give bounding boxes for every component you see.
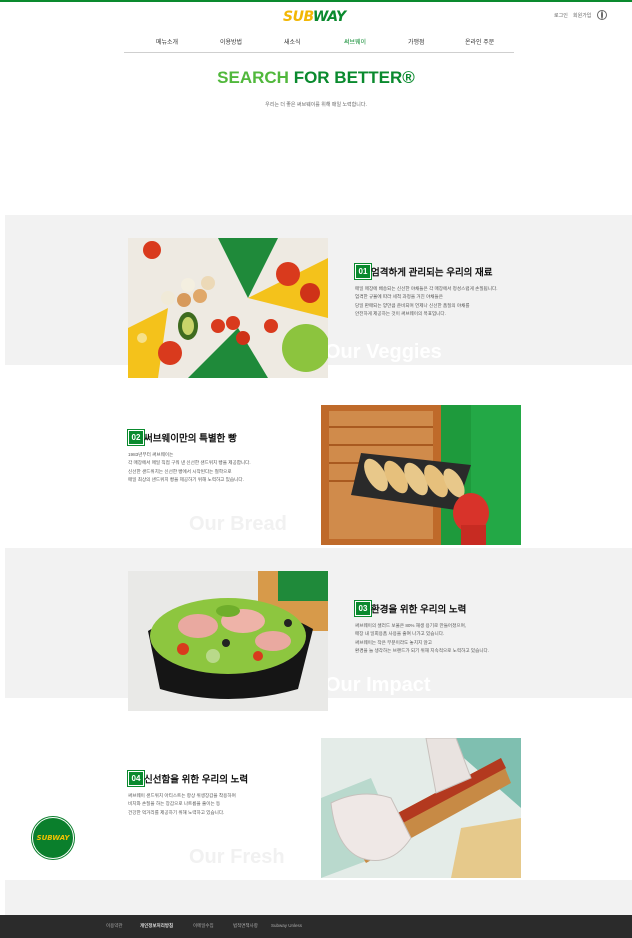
desc-line: 비치와 손질을 하는 장갑으로 나트륨을 줄이는 등 bbox=[128, 801, 221, 807]
section-veggies: 01 엄격하게 관리되는 우리의 재료 매일 매장에 배송되는 신선한 야채들은 … bbox=[355, 264, 498, 319]
title-search: SEARCH bbox=[217, 68, 289, 87]
section-title: 신선함을 위한 우리의 노력 bbox=[144, 774, 249, 786]
bread-image bbox=[321, 405, 521, 545]
number-badge: 04 bbox=[128, 771, 144, 786]
desc-line: 써브웨이 샌드위치 아티스트는 항상 위생장갑을 착용하며 bbox=[128, 793, 236, 798]
footer-email-link[interactable]: 이메일수집 bbox=[193, 923, 214, 929]
logo-text-way: WAY bbox=[312, 9, 346, 25]
badge-logo-text: SUBWAY bbox=[36, 834, 70, 842]
ghost-text-fresh: Our Fresh bbox=[189, 846, 285, 868]
desc-line: 매일 매장에 배송되는 신선한 야채들은 각 매장에서 정성스럽게 손질됩니다. bbox=[355, 286, 498, 291]
login-link[interactable]: 로그인 bbox=[554, 12, 568, 19]
footer-subway-link[interactable]: Subway Unless bbox=[271, 923, 302, 928]
footer-legal-link[interactable]: 법적면책사항 bbox=[233, 923, 258, 929]
section-description: 매일 매장에 배송되는 신선한 야채들은 각 매장에서 정성스럽게 손질됩니다.… bbox=[355, 285, 498, 319]
logo-text-sub: SUB bbox=[283, 9, 313, 25]
nav-news[interactable]: 새소식 bbox=[284, 37, 301, 46]
number-badge: 03 bbox=[355, 601, 371, 616]
globe-icon[interactable] bbox=[597, 10, 607, 20]
main-nav: 메뉴소개 이용방법 새소식 써브웨이 가맹점 온라인 주문 bbox=[124, 30, 514, 53]
sandwich-wrap-image bbox=[321, 738, 521, 878]
desc-line: 써브웨이의 샐러드 보울은 80% 재생 용기로 만들어졌으며, bbox=[355, 623, 467, 628]
desc-line: 환경을 늘 생각하는 브랜드가 되기 위해 지속적으로 노력하고 있습니다. bbox=[355, 648, 490, 654]
ghost-text-veggies: Our Veggies bbox=[325, 341, 442, 363]
top-accent-line bbox=[0, 0, 632, 2]
desc-line: 당일 판매되는 양만큼 준비되며 언제나 신선한 품질의 야채를 bbox=[355, 302, 470, 308]
footer-terms-link[interactable]: 이용약관 bbox=[106, 923, 123, 929]
desc-line: 엄격한 규율에 따라 세척 과정을 거친 야채들은 bbox=[355, 294, 443, 300]
title-for-better: FOR BETTER® bbox=[293, 68, 415, 87]
subway-floating-badge[interactable]: SUBWAY bbox=[32, 817, 74, 859]
veggies-image bbox=[128, 238, 328, 378]
section-impact: 03 환경을 위한 우리의 노력 써브웨이의 샐러드 보울은 80% 재생 용기로… bbox=[355, 601, 489, 656]
desc-line: 안전하게 제공하는 것이 써브웨이의 목표입니다. bbox=[355, 311, 446, 317]
footer-privacy-link[interactable]: 개인정보처리방침 bbox=[140, 923, 173, 929]
desc-line: 써브웨이는 작은 부분이라도 놓치지 않고 bbox=[355, 639, 432, 645]
section-bread: 02 써브웨이만의 특별한 빵 1983년부터 써브웨이는 각 매장에서 매일 직… bbox=[128, 430, 251, 485]
number-badge: 01 bbox=[355, 264, 371, 279]
desc-line: 매장 내 일회용품 사용을 줄여 나가고 있습니다. bbox=[355, 631, 445, 637]
section-description: 써브웨이 샌드위치 아티스트는 항상 위생장갑을 착용하며 비치와 손질을 하는… bbox=[128, 792, 248, 817]
page-title: SEARCH FOR BETTER® bbox=[0, 68, 632, 88]
subway-logo[interactable]: SUBWAY bbox=[283, 9, 346, 25]
desc-line: 매일 최상의 샌드위치 빵을 제공하기 위해 노력하고 있습니다. bbox=[128, 477, 244, 483]
section-title: 환경을 위한 우리의 노력 bbox=[371, 604, 467, 616]
nav-how-to[interactable]: 이용방법 bbox=[220, 37, 242, 46]
desc-line: 1983년부터 써브웨이는 bbox=[128, 452, 174, 457]
section-title: 써브웨이만의 특별한 빵 bbox=[144, 433, 237, 445]
section-title: 엄격하게 관리되는 우리의 재료 bbox=[371, 267, 493, 279]
ghost-text-impact: Our Impact bbox=[325, 674, 431, 696]
nav-franchise[interactable]: 가맹점 bbox=[408, 37, 425, 46]
salad-image bbox=[128, 571, 328, 711]
section-description: 써브웨이의 샐러드 보울은 80% 재생 용기로 만들어졌으며, 매장 내 일회… bbox=[355, 622, 489, 656]
footer: 이용약관 개인정보처리방침 이메일수집 법적면책사항 Subway Unless bbox=[0, 915, 632, 938]
ghost-text-bread: Our Bread bbox=[189, 513, 287, 535]
nav-menu[interactable]: 메뉴소개 bbox=[156, 37, 178, 46]
nav-subway[interactable]: 써브웨이 bbox=[344, 37, 366, 46]
number-badge: 02 bbox=[128, 430, 144, 445]
section-band-bottom bbox=[5, 880, 632, 915]
join-link[interactable]: 회원가입 bbox=[573, 12, 591, 19]
desc-line: 건강한 먹거리를 제공하기 위해 노력하고 있습니다. bbox=[128, 809, 225, 815]
desc-line: 신선한 샌드위치는 신선한 빵에서 시작된다는 철학으로 bbox=[128, 468, 232, 474]
section-fresh: 04 신선함을 위한 우리의 노력 써브웨이 샌드위치 아티스트는 항상 위생장갑… bbox=[128, 771, 248, 817]
section-description: 1983년부터 써브웨이는 각 매장에서 매일 직접 구워 낸 신선한 샌드위치… bbox=[128, 451, 251, 485]
nav-online-order[interactable]: 온라인 주문 bbox=[465, 37, 494, 46]
desc-line: 각 매장에서 매일 직접 구워 낸 신선한 샌드위치 빵을 제공합니다. bbox=[128, 460, 251, 466]
page-subtitle: 우리는 더 좋은 써브웨이를 위해 매일 노력합니다. bbox=[265, 102, 367, 108]
